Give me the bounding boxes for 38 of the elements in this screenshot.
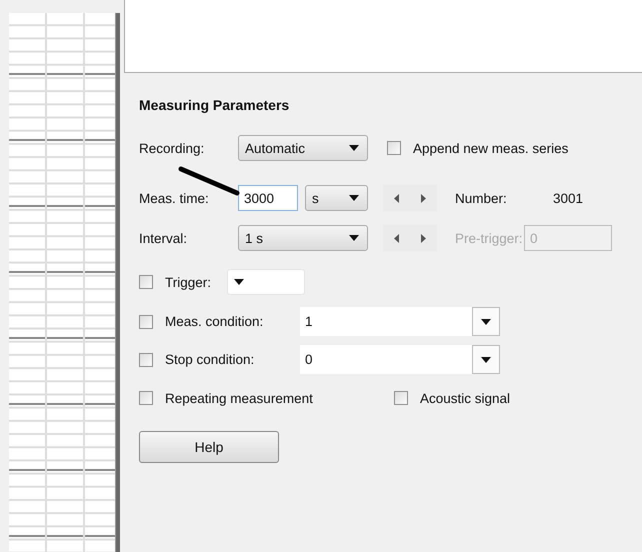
meas-time-label: Meas. time: (139, 190, 210, 206)
condition-label: Meas. condition: (165, 314, 264, 329)
checkbox[interactable] (139, 391, 153, 405)
checkbox[interactable] (139, 352, 153, 366)
caret-icon (481, 318, 491, 324)
help-button[interactable]: Help (139, 431, 279, 463)
interval-label: Interval: (139, 230, 188, 246)
condition-field[interactable]: 1 (300, 307, 472, 336)
dropdown-button[interactable] (472, 345, 500, 374)
dropdown-button[interactable] (472, 307, 500, 336)
condition-field[interactable]: 0 (300, 345, 472, 374)
number-label: Number: (455, 190, 508, 206)
recording-label: Recording: (139, 140, 206, 156)
checkbox[interactable] (394, 391, 408, 405)
pre-trigger-label: Pre-trigger: (455, 230, 524, 246)
caret-icon (349, 195, 359, 201)
right-triangle-icon (421, 234, 426, 242)
trigger-label: Trigger: (165, 274, 212, 290)
recording-dropdown[interactable]: Automatic (238, 135, 368, 161)
caret-icon (234, 279, 244, 285)
repeating-label: Repeating measurement (165, 390, 314, 406)
left-triangle-icon (394, 234, 399, 242)
caret-icon (349, 145, 359, 151)
caret-icon (349, 235, 359, 241)
checkbox[interactable] (139, 314, 153, 328)
condition-label: Stop condition: (165, 352, 256, 367)
meas-time-field[interactable]: 3000 (238, 185, 298, 211)
interval-dropdown[interactable]: 1 s (238, 225, 368, 251)
append-label: Append new meas. series (413, 140, 568, 156)
unit-dropdown[interactable]: s (305, 185, 368, 211)
checkbox[interactable] (139, 275, 153, 289)
checkbox[interactable] (387, 141, 401, 155)
number-value: 3001 (553, 190, 584, 206)
caret-icon (481, 356, 491, 362)
acoustic-label: Acoustic signal (420, 390, 510, 406)
section-title: Measuring Parameters (139, 97, 290, 113)
right-triangle-icon (421, 194, 426, 202)
left-triangle-icon (394, 194, 399, 202)
